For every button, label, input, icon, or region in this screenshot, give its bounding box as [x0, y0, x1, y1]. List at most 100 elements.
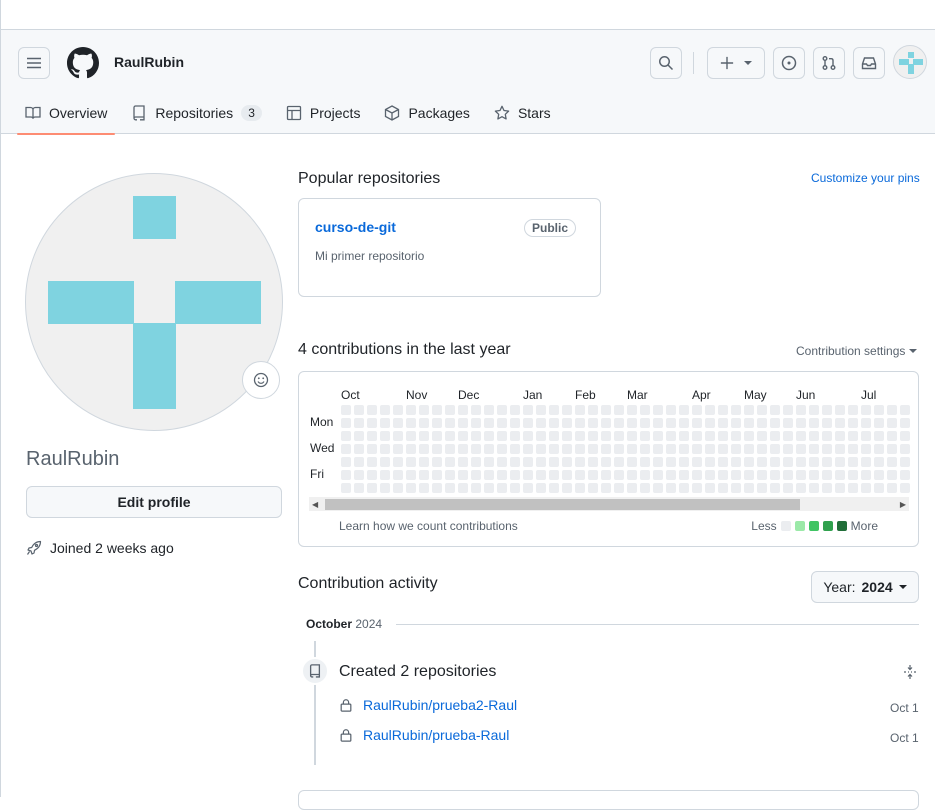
contribution-day-cell[interactable] — [640, 444, 650, 454]
contribution-day-cell[interactable] — [393, 405, 403, 415]
contribution-day-cell[interactable] — [822, 470, 832, 480]
contribution-day-cell[interactable] — [783, 418, 793, 428]
contribution-day-cell[interactable] — [705, 457, 715, 467]
contribution-day-cell[interactable] — [705, 470, 715, 480]
contribution-day-cell[interactable] — [406, 444, 416, 454]
contribution-day-cell[interactable] — [848, 444, 858, 454]
contribution-day-cell[interactable] — [406, 470, 416, 480]
contribution-day-cell[interactable] — [653, 431, 663, 441]
contribution-day-cell[interactable] — [536, 470, 546, 480]
contribution-day-cell[interactable] — [835, 405, 845, 415]
contribution-day-cell[interactable] — [783, 483, 793, 493]
contribution-day-cell[interactable] — [393, 418, 403, 428]
contribution-day-cell[interactable] — [731, 483, 741, 493]
contribution-day-cell[interactable] — [510, 444, 520, 454]
contribution-day-cell[interactable] — [887, 444, 897, 454]
contribution-day-cell[interactable] — [575, 457, 585, 467]
contribution-day-cell[interactable] — [718, 483, 728, 493]
contribution-day-cell[interactable] — [510, 483, 520, 493]
contribution-day-cell[interactable] — [653, 444, 663, 454]
contribution-day-cell[interactable] — [861, 431, 871, 441]
tab-overview[interactable]: Overview — [17, 92, 116, 135]
contribution-day-cell[interactable] — [380, 431, 390, 441]
contribution-day-cell[interactable] — [835, 483, 845, 493]
contribution-day-cell[interactable] — [627, 418, 637, 428]
contribution-day-cell[interactable] — [705, 405, 715, 415]
contribution-day-cell[interactable] — [419, 457, 429, 467]
contribution-day-cell[interactable] — [809, 444, 819, 454]
contribution-day-cell[interactable] — [380, 457, 390, 467]
contribution-day-cell[interactable] — [692, 405, 702, 415]
contribution-day-cell[interactable] — [900, 418, 910, 428]
contribution-day-cell[interactable] — [848, 405, 858, 415]
contribution-day-cell[interactable] — [809, 470, 819, 480]
contribution-day-cell[interactable] — [523, 405, 533, 415]
contribution-day-cell[interactable] — [536, 431, 546, 441]
contribution-day-cell[interactable] — [835, 457, 845, 467]
contribution-day-cell[interactable] — [848, 470, 858, 480]
contribution-day-cell[interactable] — [341, 431, 351, 441]
contribution-day-cell[interactable] — [523, 470, 533, 480]
contribution-day-cell[interactable] — [900, 444, 910, 454]
contribution-day-cell[interactable] — [822, 405, 832, 415]
contribution-day-cell[interactable] — [380, 405, 390, 415]
contribution-day-cell[interactable] — [874, 418, 884, 428]
contribution-day-cell[interactable] — [497, 431, 507, 441]
contribution-day-cell[interactable] — [614, 418, 624, 428]
contribution-day-cell[interactable] — [380, 470, 390, 480]
contribution-day-cell[interactable] — [393, 444, 403, 454]
contribution-day-cell[interactable] — [510, 431, 520, 441]
contribution-day-cell[interactable] — [471, 418, 481, 428]
contribution-day-cell[interactable] — [666, 470, 676, 480]
contribution-day-cell[interactable] — [835, 444, 845, 454]
contribution-day-cell[interactable] — [510, 470, 520, 480]
contribution-day-cell[interactable] — [497, 444, 507, 454]
scroll-right-arrow-icon[interactable]: ▶ — [900, 500, 906, 509]
contribution-day-cell[interactable] — [679, 457, 689, 467]
contribution-day-cell[interactable] — [458, 470, 468, 480]
contribution-day-cell[interactable] — [471, 444, 481, 454]
contribution-day-cell[interactable] — [406, 483, 416, 493]
contribution-day-cell[interactable] — [419, 431, 429, 441]
contribution-day-cell[interactable] — [510, 457, 520, 467]
contribution-day-cell[interactable] — [432, 457, 442, 467]
contribution-day-cell[interactable] — [731, 470, 741, 480]
contribution-day-cell[interactable] — [887, 405, 897, 415]
contribution-day-cell[interactable] — [575, 431, 585, 441]
contribution-day-cell[interactable] — [640, 483, 650, 493]
contribution-day-cell[interactable] — [770, 470, 780, 480]
contribution-day-cell[interactable] — [770, 444, 780, 454]
github-logo-icon[interactable] — [67, 47, 99, 79]
contribution-day-cell[interactable] — [432, 483, 442, 493]
contribution-day-cell[interactable] — [666, 444, 676, 454]
contribution-day-cell[interactable] — [458, 418, 468, 428]
contribution-day-cell[interactable] — [692, 431, 702, 441]
edit-profile-button[interactable]: Edit profile — [26, 486, 282, 518]
contribution-day-cell[interactable] — [341, 483, 351, 493]
contribution-day-cell[interactable] — [731, 418, 741, 428]
contribution-day-cell[interactable] — [887, 418, 897, 428]
contribution-day-cell[interactable] — [757, 470, 767, 480]
contribution-day-cell[interactable] — [575, 418, 585, 428]
contribution-day-cell[interactable] — [471, 457, 481, 467]
contribution-day-cell[interactable] — [445, 444, 455, 454]
issues-button[interactable] — [773, 47, 805, 79]
contribution-day-cell[interactable] — [588, 418, 598, 428]
contribution-day-cell[interactable] — [588, 483, 598, 493]
contribution-day-cell[interactable] — [354, 483, 364, 493]
contribution-day-cell[interactable] — [861, 470, 871, 480]
contribution-day-cell[interactable] — [861, 405, 871, 415]
year-select-button[interactable]: Year: 2024 — [811, 571, 919, 603]
contribution-day-cell[interactable] — [718, 457, 728, 467]
contribution-day-cell[interactable] — [887, 470, 897, 480]
contribution-day-cell[interactable] — [705, 483, 715, 493]
customize-pins-link[interactable]: Customize your pins — [811, 171, 920, 185]
contribution-day-cell[interactable] — [588, 405, 598, 415]
contribution-day-cell[interactable] — [757, 418, 767, 428]
contribution-day-cell[interactable] — [744, 431, 754, 441]
contribution-day-cell[interactable] — [796, 405, 806, 415]
contribution-day-cell[interactable] — [822, 431, 832, 441]
header-username[interactable]: RaulRubin — [114, 54, 184, 70]
contribution-day-cell[interactable] — [770, 418, 780, 428]
contribution-day-cell[interactable] — [874, 405, 884, 415]
